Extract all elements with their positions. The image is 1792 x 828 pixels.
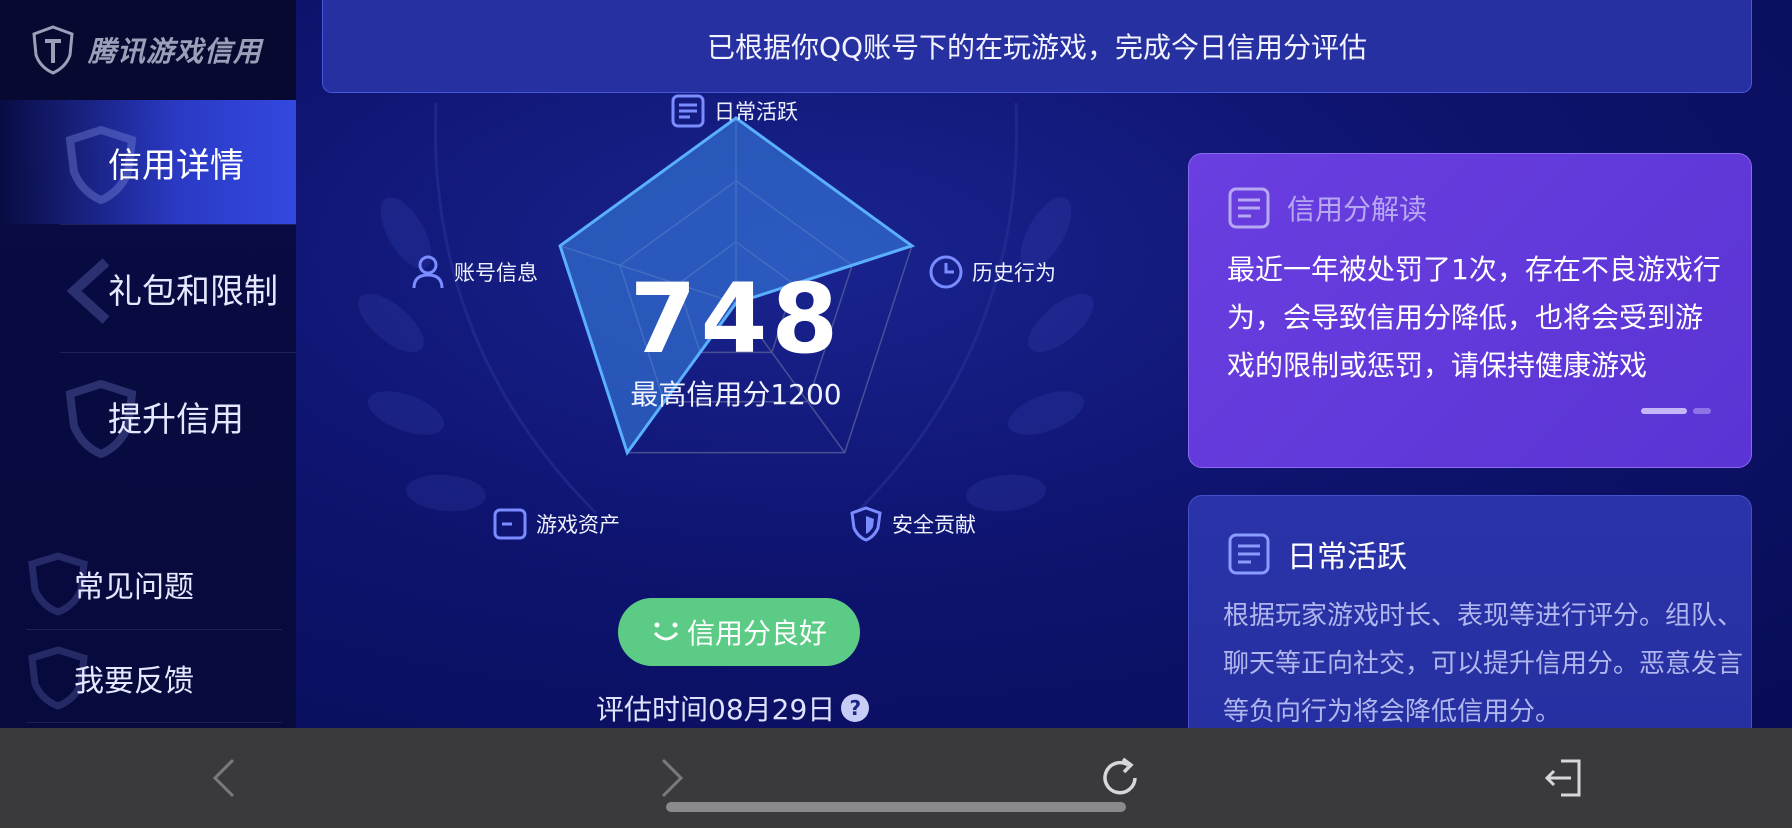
shield-icon [850,506,882,542]
logo-text: 腾讯游戏信用 [88,35,263,68]
wallet-icon [493,508,527,540]
document-icon [671,94,705,128]
sidebar-item-label: 提升信用 [108,399,244,440]
axis-daily-active: 日常活跃 [670,93,798,129]
axis-label-text: 历史行为 [972,261,1056,285]
evaluation-time-text: 评估时间08月29日 [596,693,836,726]
divider [60,352,296,353]
sidebar-item-improve-credit[interactable]: 提升信用 [0,354,296,478]
axis-account-info: 账号信息 [410,254,538,290]
sidebar-item-feedback[interactable]: 我要反馈 [0,632,296,724]
back-icon [212,758,235,798]
axis-label-text: 账号信息 [454,261,538,285]
card-title: 日常活跃 [1287,540,1407,575]
exit-icon [1544,759,1581,797]
document-icon [1228,533,1270,575]
sidebar-item-gifts-restrictions[interactable]: 礼包和限制 [0,226,296,350]
card-header: 日常活跃 [1227,532,1407,576]
forward-icon [661,758,684,798]
shield-logo-icon [32,25,74,75]
carousel-pager [1641,408,1711,414]
axis-label-text: 日常活跃 [714,100,798,124]
sidebar: 腾讯游戏信用 信用详情 礼包和限制 提升信用 常见问题 我要反馈 [0,0,296,728]
document-icon [1228,187,1270,229]
forward-button[interactable] [642,748,702,808]
card-title: 信用分解读 [1287,193,1428,226]
divider [26,722,282,723]
credit-status-button[interactable]: 信用分良好 [618,598,860,666]
browser-toolbar [0,728,1792,828]
smile-icon [653,622,679,641]
pager-dot [1693,408,1711,414]
user-icon [412,255,444,289]
sidebar-item-faq[interactable]: 常见问题 [0,538,296,630]
daily-active-card[interactable]: 日常活跃 根据玩家游戏时长、表现等进行评分。组队、聊天等正向社交，可以提升信用分… [1188,495,1752,728]
pager-dot-active [1641,408,1687,414]
banner-text: 已根据你QQ账号下的在玩游戏，完成今日信用分评估 [706,31,1368,64]
sidebar-item-label: 礼包和限制 [108,271,278,312]
sidebar-item-credit-details[interactable]: 信用详情 [0,100,296,224]
back-button[interactable] [194,748,254,808]
axis-label-text: 安全贡献 [892,513,976,537]
credit-score: 748 [629,263,843,375]
card-header: 信用分解读 [1227,186,1427,230]
evaluation-time: 评估时间08月29日 ? [596,690,870,726]
sidebar-item-label: 我要反馈 [74,664,194,699]
divider [60,224,296,225]
app-screen: 腾讯游戏信用 信用详情 礼包和限制 提升信用 常见问题 我要反馈 已根据你QQ账… [0,0,1792,728]
refresh-button[interactable] [1090,748,1150,808]
help-icon[interactable]: ? [841,694,870,722]
sidebar-item-label: 常见问题 [74,570,194,605]
credit-status-text: 信用分良好 [686,617,827,650]
sidebar-item-label: 信用详情 [108,145,244,186]
axis-security: 安全贡献 [848,506,976,542]
refresh-icon [1103,757,1137,795]
home-indicator [666,802,1126,812]
exit-button[interactable] [1534,748,1594,808]
credit-interpretation-card[interactable]: 信用分解读 最近一年被处罚了1次，存在不良游戏行为，会导致信用分降低，也将会受到… [1188,153,1752,468]
clock-icon [929,255,963,289]
axis-game-assets: 游戏资产 [492,506,620,542]
axis-history: 历史行为 [928,254,1056,290]
max-score-label: 最高信用分1200 [630,378,842,411]
assessment-banner: 已根据你QQ账号下的在玩游戏，完成今日信用分评估 [322,0,1752,93]
card-body: 根据玩家游戏时长、表现等进行评分。组队、聊天等正向社交，可以提升信用分。恶意发言… [1223,601,1744,727]
logo: 腾讯游戏信用 [0,0,296,100]
card-body: 最近一年被处罚了1次，存在不良游戏行为，会导致信用分降低，也将会受到游戏的限制或… [1227,253,1721,382]
divider [26,629,282,630]
axis-label-text: 游戏资产 [536,513,620,537]
